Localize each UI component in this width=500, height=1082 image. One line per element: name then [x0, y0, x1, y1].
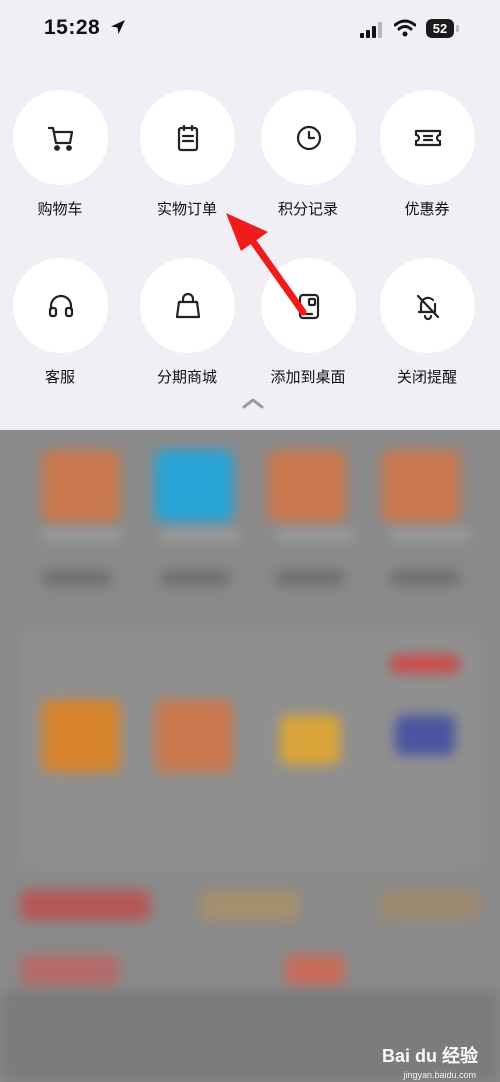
watermark-url: jingyan.baidu.com — [403, 1070, 476, 1080]
annotation-arrow — [226, 213, 307, 316]
menu-panel: 15:28 52 购物车 实物订单 积分记录 优惠券 客服 分期商城 添加到桌面… — [0, 0, 500, 430]
blurred-background: Bai du 经验 jingyan.baidu.com — [0, 430, 500, 1082]
watermark-text: Bai du 经验 — [381, 1046, 478, 1066]
